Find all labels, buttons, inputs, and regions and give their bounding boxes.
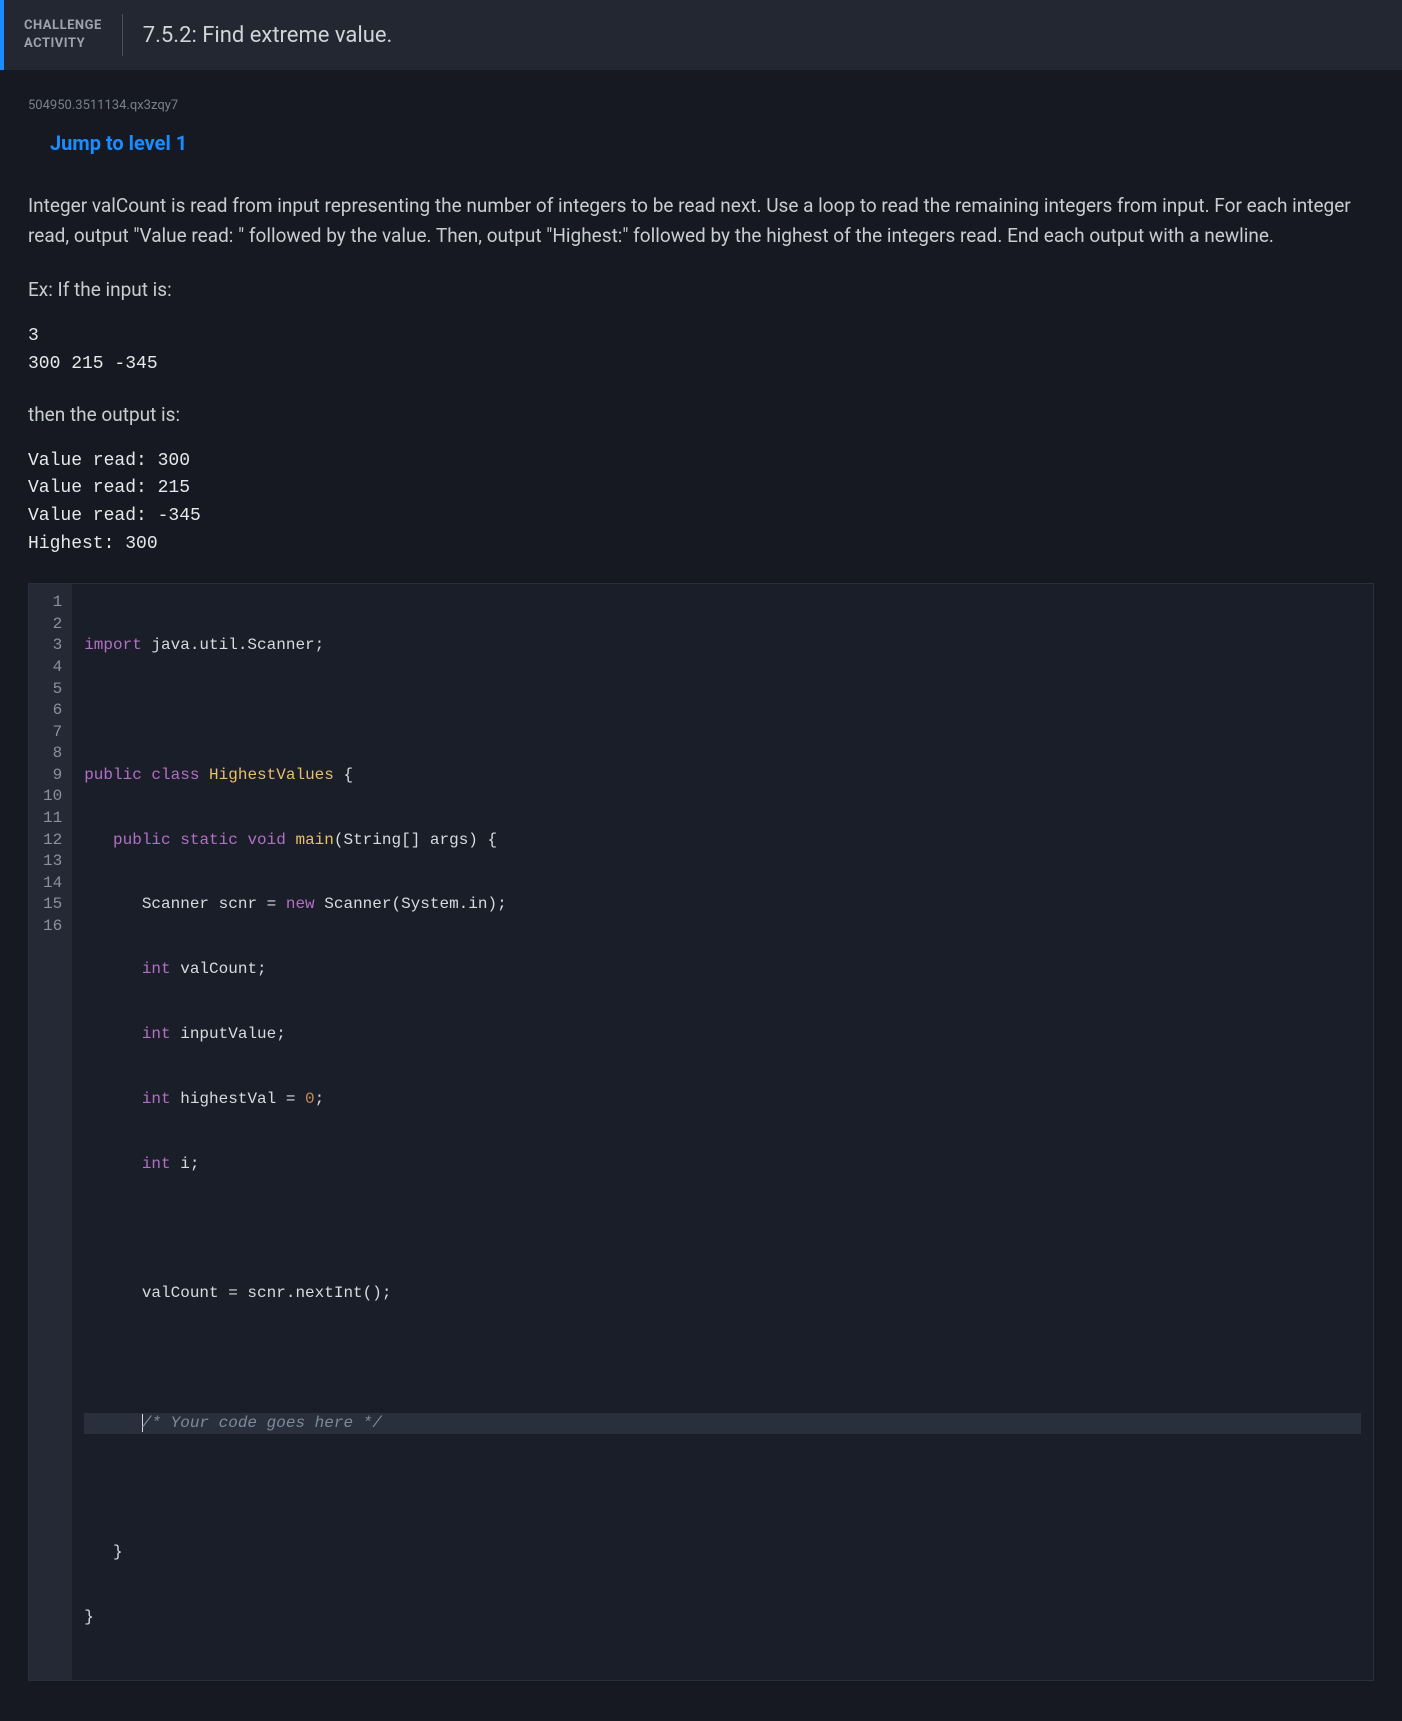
code-line — [84, 1348, 1361, 1370]
prompt-text: Integer valCount is read from input repr… — [28, 191, 1374, 252]
code-line — [84, 1218, 1361, 1240]
line-number: 6 — [43, 700, 62, 722]
challenge-badge-line2: ACTIVITY — [24, 35, 102, 53]
line-number: 4 — [43, 657, 62, 679]
line-number: 13 — [43, 851, 62, 873]
line-number: 16 — [43, 916, 62, 938]
code-line: valCount = scnr.nextInt(); — [84, 1283, 1361, 1305]
code-editor[interactable]: 12345678910111213141516 import java.util… — [28, 583, 1374, 1681]
line-number: 14 — [43, 873, 62, 895]
line-number: 5 — [43, 679, 62, 701]
header-divider — [122, 14, 123, 56]
challenge-badge-line1: CHALLENGE — [24, 17, 102, 35]
example-input-label: Ex: If the input is: — [28, 278, 1374, 301]
code-line: public static void main(String[] args) { — [84, 830, 1361, 852]
reference-id: 504950.3511134.qx3zqy7 — [28, 98, 1374, 113]
line-number: 1 — [43, 592, 62, 614]
code-line: } — [84, 1607, 1361, 1629]
code-line — [84, 700, 1361, 722]
line-number: 15 — [43, 894, 62, 916]
code-line: import java.util.Scanner; — [84, 635, 1361, 657]
code-line: int valCount; — [84, 959, 1361, 981]
challenge-badge: CHALLENGE ACTIVITY — [24, 17, 102, 52]
line-number: 10 — [43, 786, 62, 808]
line-number: 11 — [43, 808, 62, 830]
code-body[interactable]: import java.util.Scanner; public class H… — [72, 584, 1373, 1680]
code-line: int highestVal = 0; — [84, 1089, 1361, 1111]
code-line — [84, 1477, 1361, 1499]
code-line-active: /* Your code goes here */ — [84, 1413, 1361, 1435]
example-input: 3 300 215 -345 — [28, 323, 1374, 379]
line-number: 8 — [43, 743, 62, 765]
line-number: 3 — [43, 635, 62, 657]
code-line: Scanner scnr = new Scanner(System.in); — [84, 894, 1361, 916]
code-line: int i; — [84, 1154, 1361, 1176]
jump-to-level-link[interactable]: Jump to level 1 — [50, 131, 1374, 155]
code-line: int inputValue; — [84, 1024, 1361, 1046]
code-line: } — [84, 1542, 1361, 1564]
line-number: 7 — [43, 722, 62, 744]
example-output-label: then the output is: — [28, 403, 1374, 426]
line-number: 12 — [43, 830, 62, 852]
challenge-header: CHALLENGE ACTIVITY 7.5.2: Find extreme v… — [0, 0, 1402, 70]
example-output: Value read: 300 Value read: 215 Value re… — [28, 448, 1374, 560]
code-gutter: 12345678910111213141516 — [29, 584, 72, 1680]
code-line: public class HighestValues { — [84, 765, 1361, 787]
line-number: 2 — [43, 614, 62, 636]
challenge-title: 7.5.2: Find extreme value. — [143, 23, 393, 48]
content-area: 504950.3511134.qx3zqy7 Jump to level 1 I… — [0, 70, 1402, 1721]
line-number: 9 — [43, 765, 62, 787]
